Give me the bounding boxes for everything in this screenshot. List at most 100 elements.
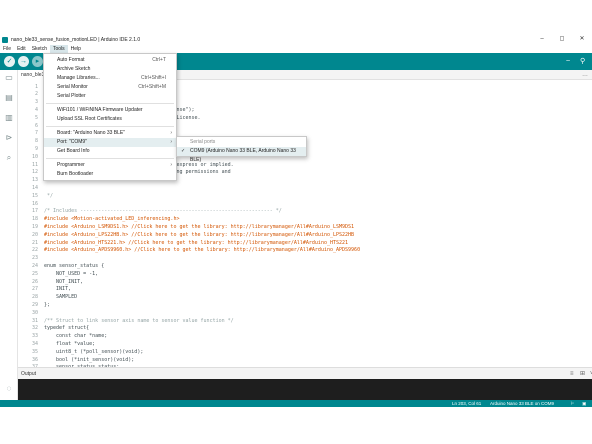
menu-item-manage-libraries[interactable]: Manage Libraries... Ctrl+Shift+I <box>44 74 176 83</box>
menu-item-board[interactable]: Board: "Arduino Nano 33 BLE" › <box>44 129 176 138</box>
line-number: 31 <box>31 317 38 324</box>
menu-item-auto-format[interactable]: Auto Format Ctrl+T <box>44 56 176 65</box>
menu-separator <box>46 103 174 104</box>
line-number: 22 <box>31 247 38 254</box>
submenu-header: Serial ports <box>190 139 216 145</box>
line-number: 6 <box>34 122 38 129</box>
line-number: 10 <box>31 153 38 160</box>
arduino-app-icon <box>2 36 8 43</box>
line-number: 27 <box>31 286 38 293</box>
verify-button[interactable]: ✓ <box>4 56 15 67</box>
code-line: SAMPLED <box>44 294 78 301</box>
code-line: #include <Arduino_LPS22HB.h> //Click her… <box>44 231 355 238</box>
line-number: 17 <box>31 208 38 215</box>
serial-plotter-icon[interactable]: ~ <box>566 57 570 66</box>
code-line: uint8_t (*poll_sensor)(void); <box>44 348 144 355</box>
menu-item-firmware-updater[interactable]: WiFi101 / WiFiNINA Firmware Updater <box>44 106 176 115</box>
menu-item-archive-sketch[interactable]: Archive Sketch <box>44 65 176 74</box>
debug-button[interactable]: ▸ <box>32 56 43 67</box>
menu-item-upload-ssl[interactable]: Upload SSL Root Certificates <box>44 115 176 124</box>
line-number: 13 <box>31 177 38 184</box>
menu-tools[interactable]: Tools <box>49 45 68 53</box>
line-number: 24 <box>31 262 38 269</box>
library-manager-icon[interactable]: ▥ <box>4 113 14 123</box>
line-number: 35 <box>31 348 38 355</box>
serial-monitor-icon[interactable]: ⚲ <box>580 57 585 66</box>
tools-menu: Auto Format Ctrl+T Archive Sketch Manage … <box>43 53 177 181</box>
debug-panel-icon[interactable]: ⊳ <box>4 133 14 143</box>
line-number: 34 <box>31 340 38 347</box>
menu-sketch[interactable]: Sketch <box>29 45 50 53</box>
upload-button[interactable]: → <box>18 56 29 67</box>
code-line: const char *name; <box>44 333 108 340</box>
line-number: 4 <box>34 106 38 113</box>
menu-file[interactable]: File <box>0 45 14 53</box>
menu-item-port[interactable]: Port: "COM9" › <box>44 138 176 147</box>
close-button[interactable]: ✕ <box>572 34 592 45</box>
line-number: 16 <box>31 200 38 207</box>
line-number: 29 <box>31 301 38 308</box>
menu-item-serial-plotter[interactable]: Serial Plotter <box>44 92 176 101</box>
line-number: 30 <box>31 309 38 316</box>
code-line: #include <Arduino_APDS9960.h> //Click he… <box>44 247 361 254</box>
code-line: bool (*init_sensor)(void); <box>44 356 135 363</box>
line-number: 11 <box>31 161 38 168</box>
code-line: INIT, <box>44 286 72 293</box>
debug-icon: ▸ <box>35 58 40 65</box>
search-icon[interactable]: ⌕ <box>4 153 14 163</box>
line-number: 12 <box>31 169 38 176</box>
code-line: NOT_USED = -1, <box>44 270 99 277</box>
line-number: 3 <box>34 99 38 106</box>
maximize-button[interactable]: ◻ <box>552 34 572 45</box>
port-option-com9[interactable]: ✓ COM9 (Arduino Nano 33 BLE, Arduino Nan… <box>177 147 306 163</box>
window-title: nano_ble33_sense_fusion_motionLED | Ardu… <box>11 36 141 43</box>
line-number: 36 <box>31 356 38 363</box>
line-number: 25 <box>31 270 38 277</box>
line-number: 28 <box>31 294 38 301</box>
port-submenu: Serial ports ✓ COM9 (Arduino Nano 33 BLE… <box>176 136 307 163</box>
cursor-position[interactable]: Ln 203, Col 61 <box>452 400 481 407</box>
chevron-right-icon: › <box>170 139 172 145</box>
check-icon: ✓ <box>181 148 186 154</box>
minimize-button[interactable]: – <box>532 34 552 45</box>
code-line: }; <box>44 301 51 308</box>
line-number: 21 <box>31 239 38 246</box>
menu-item-serial-monitor[interactable]: Serial Monitor Ctrl+Shift+M <box>44 83 176 92</box>
line-number: 15 <box>31 192 38 199</box>
menu-separator <box>46 158 174 159</box>
menu-item-programmer[interactable]: Programmer › <box>44 161 176 170</box>
menu-item-burn-bootloader[interactable]: Burn Bootloader <box>44 170 176 179</box>
line-number: 19 <box>31 223 38 230</box>
notification-icon[interactable]: ⚐ <box>570 400 574 407</box>
code-line: typedef struct{ <box>44 325 90 332</box>
line-number: 14 <box>31 184 38 191</box>
board-status[interactable]: Arduino Nano 33 BLE on COM9 <box>490 400 554 407</box>
code-line: /* Includes ----------------------------… <box>44 208 282 215</box>
menu-separator <box>46 126 174 127</box>
line-number: 23 <box>31 255 38 262</box>
output-panel[interactable] <box>18 379 592 400</box>
output-header: Output ≡ ⊞ ˅ <box>18 367 592 379</box>
chevron-right-icon: › <box>170 162 172 168</box>
layout-icon[interactable]: ▣ <box>582 400 586 407</box>
line-number: 20 <box>31 231 38 238</box>
more-icon[interactable]: … <box>582 70 588 80</box>
line-number: 1 <box>34 83 38 90</box>
menu-item-get-board-info[interactable]: Get Board Info <box>44 147 176 156</box>
menu-edit[interactable]: Edit <box>14 45 29 53</box>
line-number: 2 <box>34 91 38 98</box>
boards-manager-icon[interactable]: ▤ <box>4 93 14 103</box>
line-number: 32 <box>31 325 38 332</box>
code-line: #include <Arduino_HTS221.h> //Click here… <box>44 239 349 246</box>
chevron-right-icon: › <box>170 130 172 136</box>
menu-help[interactable]: Help <box>68 45 84 53</box>
line-number: 26 <box>31 278 38 285</box>
check-icon: ✓ <box>6 58 13 65</box>
code-line: float *value; <box>44 340 96 347</box>
line-number: 9 <box>34 145 38 152</box>
code-line: #include <Arduino_LSM9DS1.h> //Click her… <box>44 223 355 230</box>
activity-bar: ▭ ▤ ▥ ⊳ ⌕ ◌ <box>0 70 18 400</box>
code-line: enum sensor_status { <box>44 262 105 269</box>
account-icon[interactable]: ◌ <box>4 384 14 394</box>
folder-icon[interactable]: ▭ <box>4 73 14 83</box>
